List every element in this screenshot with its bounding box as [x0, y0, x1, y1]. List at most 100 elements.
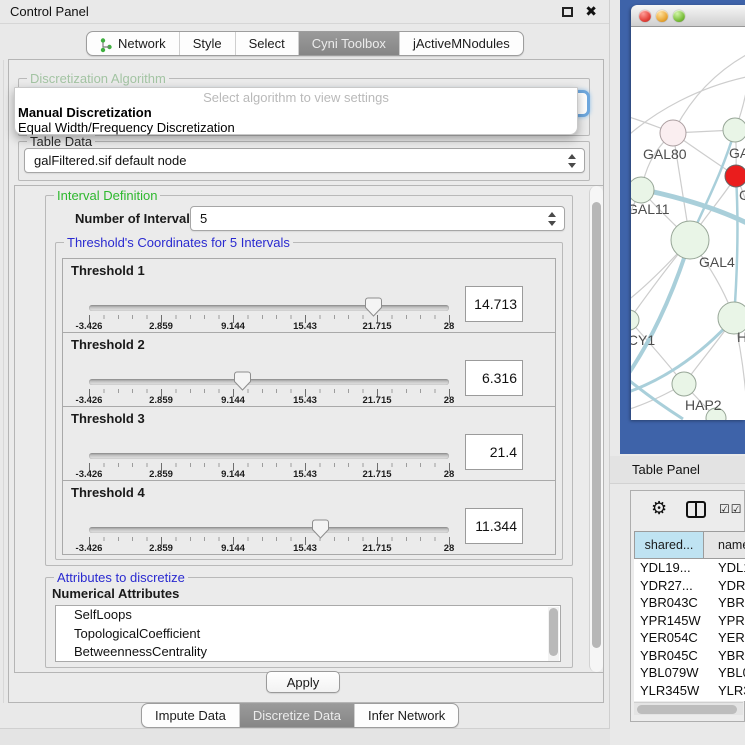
- number-of-intervals-value: 5: [200, 211, 207, 226]
- vertical-scrollbar[interactable]: [589, 186, 603, 672]
- zoom-traffic-light-icon[interactable]: [673, 10, 685, 22]
- attributes-group-title: Attributes to discretize: [54, 570, 188, 585]
- threshold-2-label: Threshold 2: [71, 337, 145, 352]
- number-of-intervals-combobox[interactable]: 5: [190, 206, 565, 231]
- threshold-4-value-field[interactable]: 11.344: [465, 508, 523, 544]
- list-item[interactable]: TopologicalCoefficient: [56, 625, 560, 644]
- float-window-icon[interactable]: [562, 7, 573, 17]
- table-row[interactable]: YPR145WYPR1: [634, 612, 745, 630]
- node-label: GCY1: [631, 332, 655, 348]
- network-canvas[interactable]: GAL80 GA C GAL11 GAL4 GCY1 H HAP2: [631, 27, 745, 420]
- tab-jactivemnodules[interactable]: jActiveMNodules: [399, 32, 523, 55]
- node-green[interactable]: [723, 118, 745, 142]
- node-label: HAP2: [685, 397, 722, 413]
- threshold-2-slider-thumb[interactable]: [234, 371, 251, 391]
- network-icon: [100, 38, 113, 53]
- dropdown-option-equal-width[interactable]: Equal Width/Frequency Discretization: [18, 120, 235, 135]
- node-label: C: [739, 187, 745, 203]
- gear-icon[interactable]: ⚙: [651, 498, 667, 519]
- table-row[interactable]: YBR043CYBR0: [634, 594, 745, 612]
- table-data-combobox[interactable]: galFiltered.sif default node: [24, 148, 585, 173]
- top-tabbar: Network Style Select Cyni Toolbox jActiv…: [86, 31, 524, 56]
- table-body: YDL19...YDL1 YDR27...YDR2 YBR043CYBR0 YP…: [634, 559, 745, 701]
- node-label: H: [737, 329, 745, 345]
- split-columns-icon[interactable]: [686, 501, 706, 518]
- algorithm-group-title: Discretization Algorithm: [27, 71, 169, 86]
- table-row[interactable]: YLR345WYLR3: [634, 682, 745, 700]
- node-label: GAL4: [699, 254, 735, 270]
- node-table: shared... name YDL19...YDL1 YDR27...YDR2…: [634, 531, 745, 701]
- table-row[interactable]: YBR045CYBR0: [634, 647, 745, 665]
- tab-select[interactable]: Select: [235, 32, 298, 55]
- list-scrollbar[interactable]: [548, 607, 559, 661]
- combo-arrows-icon: [548, 211, 557, 227]
- list-item[interactable]: SelfLoops: [56, 606, 560, 625]
- scrollbar-thumb[interactable]: [549, 608, 558, 656]
- threshold-3-slider-track[interactable]: [89, 453, 449, 459]
- horizontal-scrollbar[interactable]: [634, 702, 743, 715]
- threshold-2-value-field[interactable]: 6.316: [465, 360, 523, 396]
- threshold-4-slider-thumb[interactable]: [312, 519, 329, 539]
- tab-cyni-toolbox[interactable]: Cyni Toolbox: [298, 32, 399, 55]
- threshold-3-value-field[interactable]: 21.4: [465, 434, 523, 470]
- close-icon[interactable]: ✖: [585, 3, 597, 20]
- list-item[interactable]: BetweennessCentrality: [56, 643, 560, 662]
- threshold-panel-1: Threshold 1 -3.4262.8599.14415.4321.7152…: [62, 258, 556, 333]
- node-gal11[interactable]: [631, 177, 654, 203]
- table-row[interactable]: YIL052CYIL0: [634, 699, 745, 701]
- control-panel: Control Panel ✖ Network Style Select Cyn…: [0, 0, 610, 745]
- threshold-panel-2: Threshold 2 -3.4262.8599.14415.4321.7152…: [62, 332, 556, 407]
- numerical-attributes-list[interactable]: SelfLoops TopologicalCoefficient Between…: [55, 605, 561, 662]
- threshold-1-slider-track[interactable]: [89, 305, 449, 311]
- node-label: GAL11: [631, 201, 670, 217]
- node-label: GA: [729, 145, 745, 161]
- minimize-traffic-light-icon[interactable]: [656, 10, 668, 22]
- table-row[interactable]: YBL079WYBL0: [634, 664, 745, 682]
- network-window-titlebar[interactable]: [631, 5, 745, 27]
- table-row[interactable]: YDR27...YDR2: [634, 577, 745, 595]
- apply-button[interactable]: Apply: [266, 671, 340, 693]
- threshold-2-slider-track[interactable]: [89, 379, 449, 385]
- table-data-value: galFiltered.sif default node: [34, 153, 186, 168]
- node-gcy1[interactable]: [631, 310, 639, 330]
- threshold-3-label: Threshold 3: [71, 411, 145, 426]
- scrollbar-thumb[interactable]: [592, 202, 601, 648]
- node-gal80[interactable]: [660, 120, 686, 146]
- table-row[interactable]: YER054CYER0: [634, 629, 745, 647]
- threshold-1-slider-thumb[interactable]: [365, 297, 382, 317]
- node-hap2[interactable]: [672, 372, 696, 396]
- numerical-attributes-label: Numerical Attributes: [52, 586, 179, 601]
- network-window-frame: GAL80 GA C GAL11 GAL4 GCY1 H HAP2: [620, 0, 745, 454]
- threshold-panel-3: Threshold 3 -3.4262.8599.14415.4321.7152…: [62, 406, 556, 481]
- threshold-1-label: Threshold 1: [71, 263, 145, 278]
- dropdown-option-manual[interactable]: Manual Discretization: [18, 105, 152, 120]
- table-row[interactable]: YDL19...YDL1: [634, 559, 745, 577]
- panel-title: Control Panel: [10, 4, 89, 19]
- column-header-shared-name[interactable]: shared...: [634, 531, 704, 559]
- tab-network[interactable]: Network: [87, 32, 179, 55]
- table-header-row: shared... name: [634, 531, 745, 559]
- threshold-4-label: Threshold 4: [71, 485, 145, 500]
- close-traffic-light-icon[interactable]: [639, 10, 651, 22]
- network-window: GAL80 GA C GAL11 GAL4 GCY1 H HAP2: [631, 5, 745, 420]
- table-panel-title: Table Panel: [632, 462, 700, 477]
- number-of-intervals-label: Number of Intervals: [75, 211, 197, 226]
- scrollbar-thumb[interactable]: [637, 705, 737, 714]
- tab-style[interactable]: Style: [179, 32, 235, 55]
- algorithm-dropdown-popup: Select algorithm to view settings Manual…: [14, 87, 578, 135]
- control-panel-titlebar: Control Panel ✖: [0, 0, 609, 24]
- interval-definition-title: Interval Definition: [54, 188, 160, 203]
- slider-scale-labels: -3.4262.8599.14415.4321.71528: [89, 543, 449, 555]
- tab-discretize-data[interactable]: Discretize Data: [239, 704, 354, 727]
- table-panel: ⚙ ☑☑ shared... name YDL19...YDL1 YDR27..…: [630, 490, 745, 722]
- bottom-tabbar: Impute Data Discretize Data Infer Networ…: [141, 703, 459, 728]
- thresholds-group-title: Threshold's Coordinates for 5 Intervals: [64, 235, 293, 250]
- table-data-group-title: Table Data: [27, 134, 95, 149]
- threshold-1-value-field[interactable]: 14.713: [465, 286, 523, 322]
- threshold-4-slider-track[interactable]: [89, 527, 449, 533]
- column-header-name[interactable]: name: [704, 531, 745, 559]
- node-selected-red[interactable]: [725, 165, 745, 187]
- select-columns-icon[interactable]: ☑☑: [719, 502, 743, 516]
- tab-impute-data[interactable]: Impute Data: [142, 704, 239, 727]
- tab-infer-network[interactable]: Infer Network: [354, 704, 458, 727]
